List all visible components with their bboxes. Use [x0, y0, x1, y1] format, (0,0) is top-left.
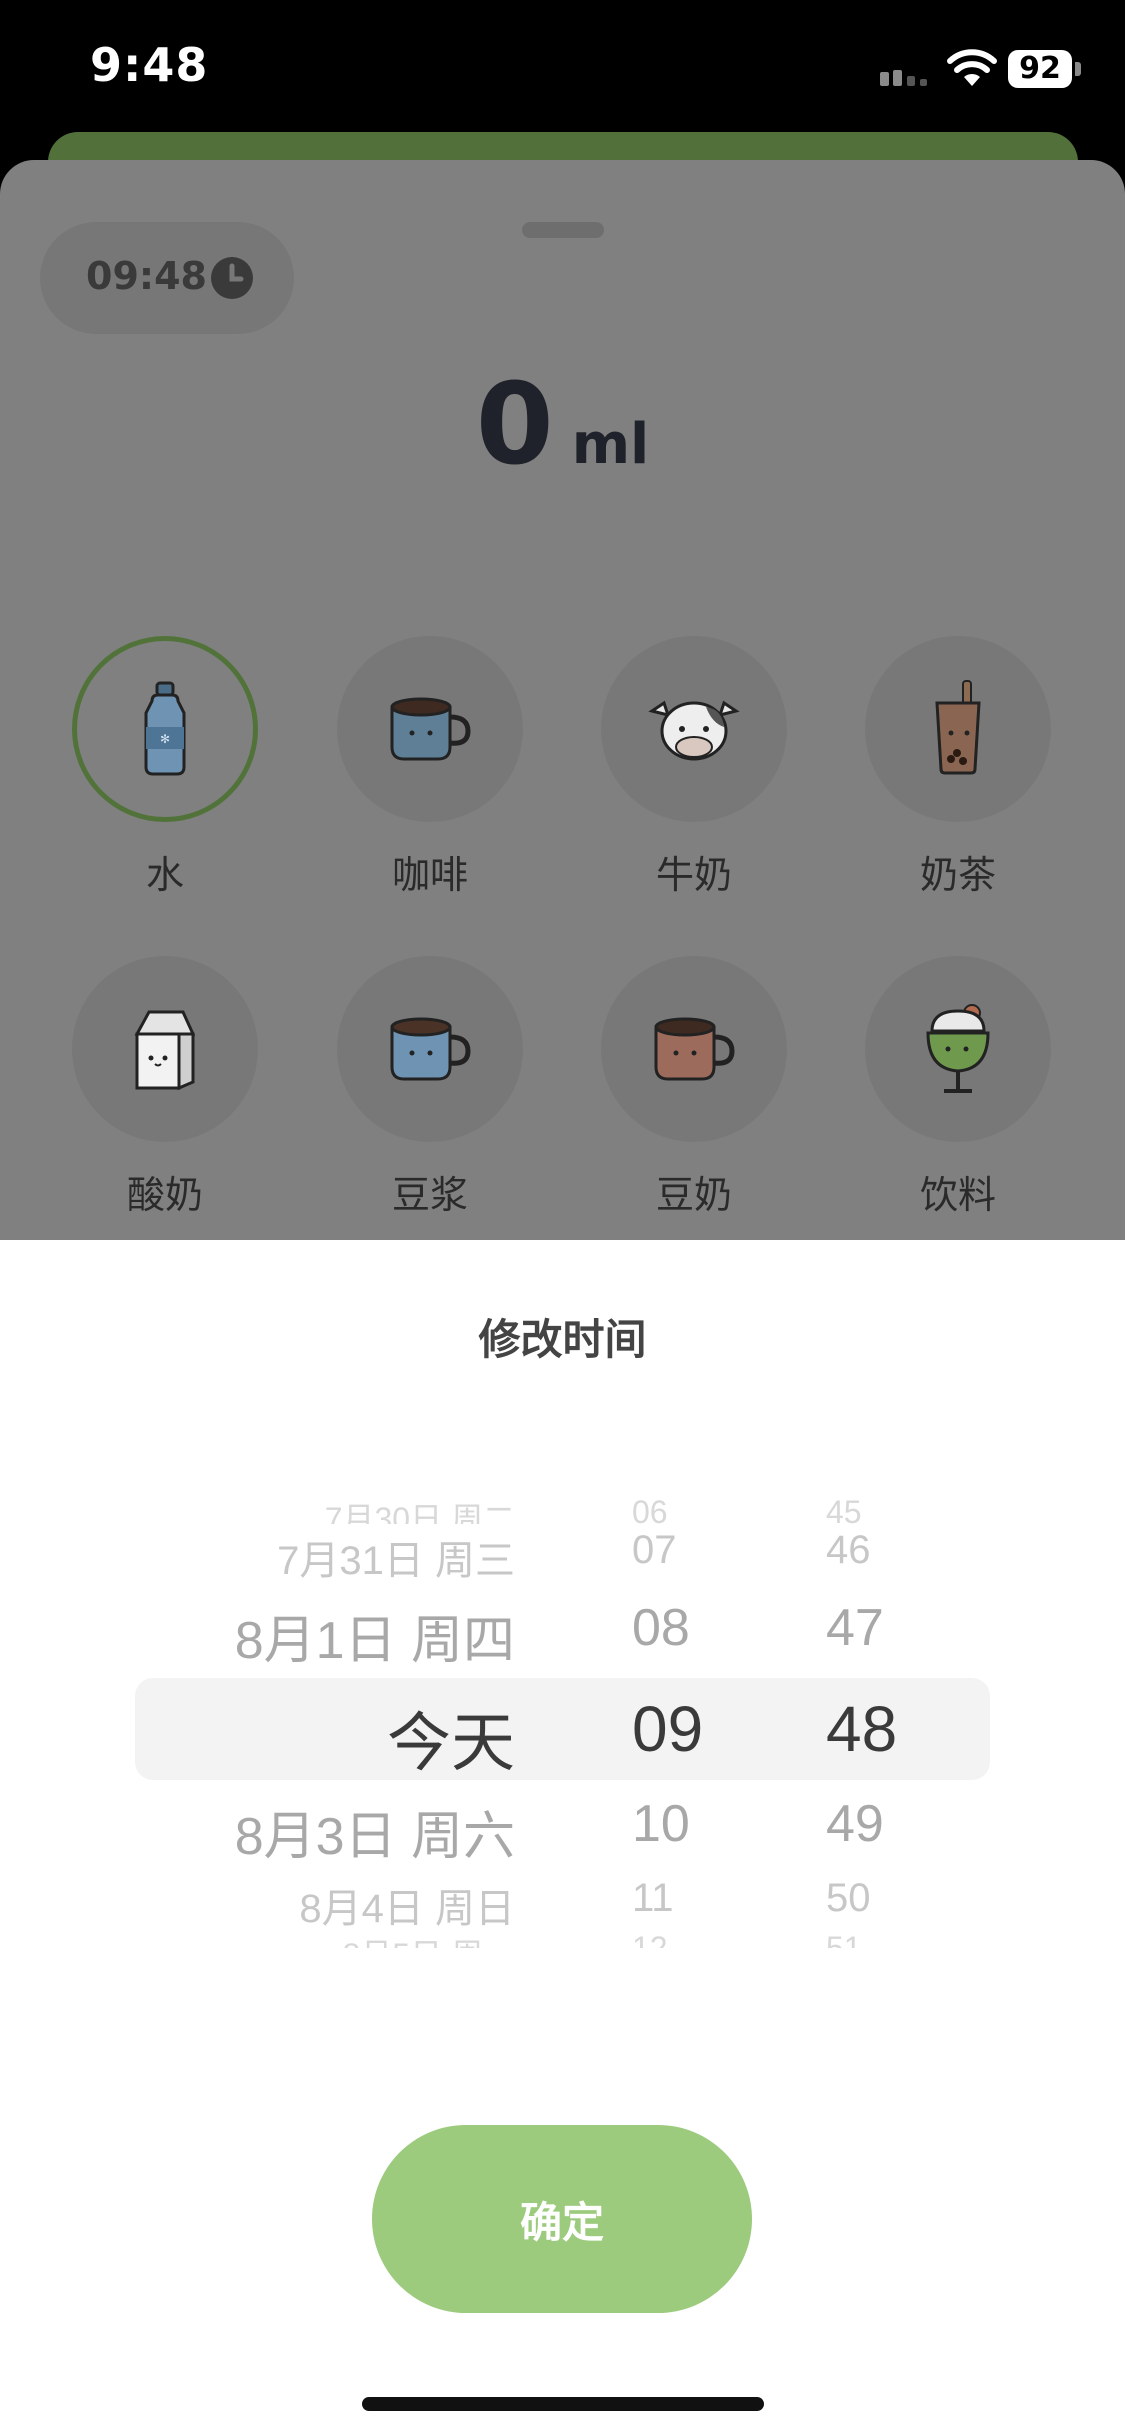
drink-option-milk[interactable]: 牛奶 [594, 636, 794, 936]
confirm-button[interactable]: 确定 [372, 2125, 752, 2313]
drink-option-yogurt[interactable]: 酸奶 [65, 956, 265, 1240]
signal-icon [880, 70, 927, 86]
picker-hour: 11 [632, 1876, 674, 1920]
picker-hour: 06 [632, 1494, 668, 1524]
sheet-grabber[interactable] [522, 222, 604, 238]
battery-tip [1075, 62, 1081, 76]
picker-hour: 09 [632, 1693, 704, 1765]
time-chip[interactable]: 09:48 [40, 222, 294, 334]
drink-label: 豆浆 [391, 1173, 468, 1217]
picker-minute: 45 [826, 1494, 862, 1524]
home-indicator [362, 2397, 764, 2411]
wifi-icon [947, 49, 997, 86]
soda-cup-icon [926, 1004, 990, 1093]
picker-minute: 50 [826, 1876, 871, 1920]
drink-label: 饮料 [919, 1173, 996, 1217]
drink-sheet: 09:48 0 ml ✻ 水 咖啡 牛奶 奶茶 酸奶 豆浆 豆奶 饮料 [0, 160, 1125, 1240]
drink-label: 豆奶 [655, 1173, 732, 1217]
yogurt-carton-icon [134, 1010, 196, 1091]
picker-date: 7月31日 周三 [277, 1539, 515, 1583]
picker-hour: 08 [632, 1599, 690, 1657]
drink-option-soy-drink[interactable]: 豆奶 [594, 956, 794, 1240]
picker-hour: 10 [632, 1795, 690, 1853]
amount-display: 0 ml [0, 360, 1125, 490]
drink-circle [72, 956, 258, 1142]
drink-label: 酸奶 [126, 1173, 203, 1217]
amount-value: 0 [475, 360, 554, 490]
drink-circle [601, 636, 787, 822]
picker-hour: 07 [632, 1528, 677, 1572]
soy-milk-cup-icon [390, 1017, 471, 1081]
drink-option-coffee[interactable]: 咖啡 [330, 636, 530, 936]
drink-label: 牛奶 [655, 853, 732, 897]
drink-circle [865, 636, 1051, 822]
cow-icon [648, 700, 740, 761]
time-chip-label: 09:48 [86, 254, 207, 298]
drink-circle [601, 956, 787, 1142]
soy-drink-cup-icon [654, 1017, 735, 1081]
drink-circle [337, 636, 523, 822]
picker-date: 8月4日 周日 [299, 1887, 515, 1931]
picker-minute: 48 [826, 1693, 898, 1765]
status-time: 9:48 [90, 38, 209, 92]
milk-tea-icon [935, 680, 981, 775]
drink-option-soy-milk[interactable]: 豆浆 [330, 956, 530, 1240]
picker-date: 8月3日 周六 [234, 1808, 515, 1866]
drink-label: 奶茶 [919, 853, 996, 897]
water-bottle-icon: ✻ [144, 681, 186, 776]
time-picker-panel: 修改时间 7月30日 周二 06 45 7月31日 周三 07 46 8月1日 … [0, 1240, 1125, 2436]
picker-hour: 12 [632, 1930, 668, 1948]
panel-title: 修改时间 [478, 1315, 647, 1364]
battery-icon: 92 [1008, 50, 1072, 88]
picker-date: 8月5日 周一 [343, 1930, 516, 1948]
picker-row[interactable]: 7月30日 周二 06 45 [0, 1494, 1125, 1524]
picker-minute: 51 [826, 1930, 862, 1948]
coffee-cup-icon [390, 697, 471, 761]
drink-circle: ✻ [72, 636, 258, 822]
picker-date: 今天 [387, 1707, 515, 1779]
drink-label: 水 [145, 853, 184, 897]
drink-label: 咖啡 [391, 853, 468, 897]
picker-minute: 49 [826, 1795, 884, 1853]
picker-row[interactable]: 8月5日 周一 12 51 [0, 1930, 1125, 1948]
drink-circle [337, 956, 523, 1142]
clock-icon [211, 257, 253, 299]
drink-option-water[interactable]: ✻ 水 [65, 636, 265, 936]
picker-date: 7月30日 周二 [324, 1501, 515, 1524]
amount-unit: ml [571, 412, 650, 477]
picker-minute: 46 [826, 1528, 871, 1572]
svg-text:✻: ✻ [160, 732, 170, 746]
status-bar: 9:48 92 [0, 0, 1125, 135]
drink-circle [865, 956, 1051, 1142]
picker-date: 8月1日 周四 [234, 1612, 515, 1670]
drink-option-milk-tea[interactable]: 奶茶 [858, 636, 1058, 936]
drink-option-beverage[interactable]: 饮料 [858, 956, 1058, 1240]
picker-minute: 47 [826, 1599, 884, 1657]
